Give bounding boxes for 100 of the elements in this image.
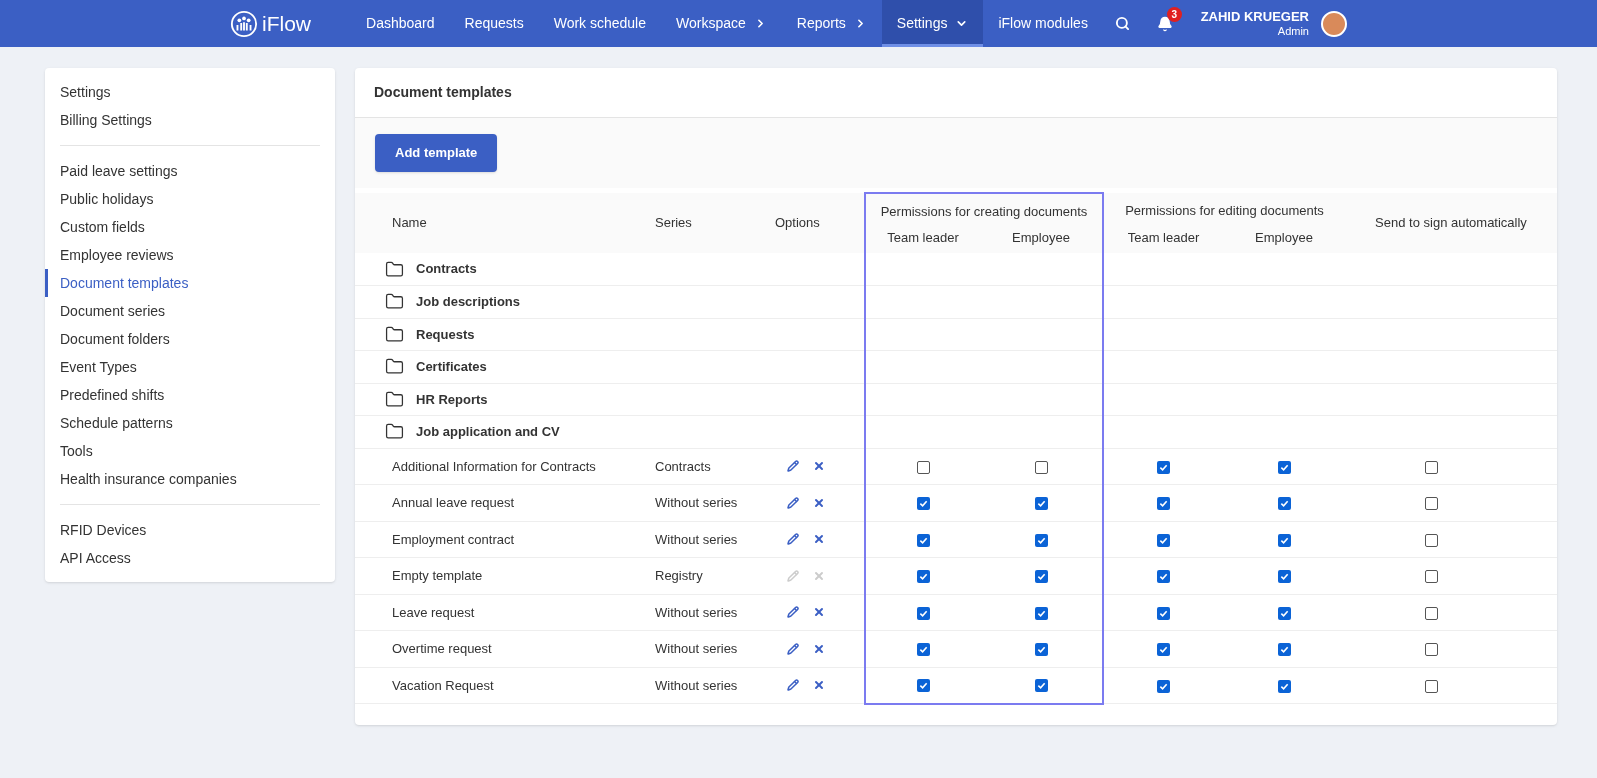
- checkbox[interactable]: [1157, 533, 1170, 547]
- checkbox[interactable]: [916, 606, 930, 620]
- nav-item[interactable]: Requests: [449, 0, 539, 47]
- checkbox[interactable]: [1034, 643, 1048, 657]
- sidebar-item[interactable]: Document folders: [45, 325, 335, 353]
- sidebar-item[interactable]: Event Types: [45, 353, 335, 381]
- table-cell: Registry: [655, 568, 703, 583]
- sidebar-item[interactable]: Health insurance companies: [45, 465, 335, 493]
- table-cell: Overtime request: [392, 641, 492, 656]
- sidebar-item[interactable]: Paid leave settings: [45, 157, 335, 185]
- folder-icon: [385, 324, 404, 344]
- checkbox[interactable]: [1424, 679, 1438, 693]
- delete-icon[interactable]: [813, 642, 825, 655]
- logo-text: iFlow: [262, 10, 311, 37]
- checkbox[interactable]: [1157, 460, 1170, 474]
- column-header: Team leader: [865, 223, 980, 253]
- checkbox[interactable]: [1157, 643, 1170, 657]
- sidebar-item[interactable]: Document series: [45, 297, 335, 325]
- checkbox[interactable]: [916, 643, 930, 657]
- add-template-button[interactable]: Add template: [375, 134, 498, 172]
- table-cell: Employment contract: [392, 531, 515, 547]
- logo-icon: [230, 9, 258, 38]
- delete-icon[interactable]: [813, 533, 825, 546]
- nav-item[interactable]: Work schedule: [538, 0, 661, 47]
- checkbox[interactable]: [916, 497, 930, 511]
- checkbox[interactable]: [1157, 606, 1170, 620]
- column-header: Team leader: [1103, 223, 1223, 253]
- delete-icon[interactable]: [813, 679, 825, 692]
- checkbox[interactable]: [1277, 497, 1291, 511]
- sidebar-item[interactable]: Custom fields: [45, 213, 335, 241]
- edit-icon[interactable]: [787, 606, 799, 619]
- delete-icon[interactable]: [813, 460, 825, 473]
- checkbox[interactable]: [1034, 460, 1048, 474]
- table-cell: Additional Information for Contracts: [392, 458, 596, 474]
- folder-name[interactable]: Requests: [416, 324, 475, 344]
- edit-icon[interactable]: [787, 533, 799, 546]
- checkbox[interactable]: [916, 460, 930, 474]
- table-cell: Annual leave request: [392, 495, 515, 510]
- nav-item[interactable]: Dashboard: [351, 0, 450, 47]
- sidebar-item[interactable]: Tools: [45, 437, 335, 465]
- checkbox[interactable]: [916, 533, 930, 547]
- sidebar-item[interactable]: Schedule patterns: [45, 409, 335, 437]
- card-title: Document templates: [374, 83, 512, 102]
- sidebar-item[interactable]: Predefined shifts: [45, 381, 335, 409]
- checkbox[interactable]: [1157, 679, 1170, 693]
- checkbox[interactable]: [1277, 533, 1291, 547]
- sidebar-item[interactable]: RFID Devices: [45, 516, 335, 544]
- sidebar-item[interactable]: Settings: [45, 78, 335, 106]
- checkbox[interactable]: [1277, 643, 1291, 657]
- bell-icon[interactable]: [1156, 15, 1173, 32]
- nav-item[interactable]: Settings: [881, 0, 984, 47]
- sidebar-item[interactable]: Document templates: [45, 269, 335, 297]
- search-icon[interactable]: [1114, 16, 1130, 31]
- checkbox[interactable]: [1034, 497, 1048, 511]
- user-role: Admin: [1277, 24, 1309, 39]
- nav-item[interactable]: iFlow modules: [983, 0, 1103, 47]
- folder-name[interactable]: Certificates: [416, 357, 487, 377]
- checkbox[interactable]: [1277, 679, 1291, 693]
- checkbox[interactable]: [1424, 497, 1438, 511]
- nav-item[interactable]: Reports: [781, 0, 882, 47]
- checkbox[interactable]: [916, 679, 930, 693]
- folder-name[interactable]: Job application and CV: [416, 422, 560, 442]
- table-cell: Without series: [655, 677, 738, 693]
- column-header: Employee: [1223, 223, 1345, 253]
- column-header: Name: [355, 193, 655, 253]
- checkbox[interactable]: [1277, 606, 1291, 620]
- column-group-header: Permissions for creating documents: [865, 193, 1103, 223]
- checkbox[interactable]: [1424, 606, 1438, 620]
- folder-name[interactable]: Contracts: [416, 259, 477, 279]
- column-header: Options: [775, 193, 865, 253]
- checkbox[interactable]: [1157, 497, 1170, 511]
- table-cell: Without series: [655, 495, 738, 510]
- delete-icon[interactable]: [813, 606, 825, 619]
- edit-icon[interactable]: [787, 642, 799, 655]
- table-cell: Without series: [655, 641, 738, 656]
- avatar[interactable]: [1321, 10, 1347, 37]
- delete-icon[interactable]: [813, 496, 825, 509]
- edit-icon[interactable]: [787, 496, 799, 509]
- checkbox[interactable]: [1034, 606, 1048, 620]
- sidebar-item[interactable]: Employee reviews: [45, 241, 335, 269]
- checkbox[interactable]: [1277, 460, 1291, 474]
- sidebar-item[interactable]: API Access: [45, 544, 335, 572]
- folder-name[interactable]: HR Reports: [416, 389, 488, 409]
- checkbox[interactable]: [1424, 533, 1438, 547]
- sidebar-item[interactable]: Public holidays: [45, 185, 335, 213]
- column-group-header: Permissions for editing documents: [1103, 193, 1345, 223]
- table-cell: Contracts: [655, 458, 711, 474]
- folder-name[interactable]: Job descriptions: [416, 292, 521, 312]
- nav-item[interactable]: Workspace: [661, 0, 782, 47]
- edit-icon[interactable]: [787, 460, 799, 473]
- sidebar-item[interactable]: Billing Settings: [45, 106, 335, 134]
- checkbox[interactable]: [1034, 679, 1048, 693]
- table-cell: Without series: [655, 531, 738, 547]
- edit-icon[interactable]: [787, 679, 799, 692]
- checkbox[interactable]: [1424, 643, 1438, 657]
- checkbox[interactable]: [1034, 533, 1048, 547]
- column-header: Series: [655, 193, 775, 253]
- table-cell: Vacation Request: [392, 677, 494, 693]
- checkbox[interactable]: [1424, 460, 1438, 474]
- table-cell: Empty template: [392, 568, 483, 583]
